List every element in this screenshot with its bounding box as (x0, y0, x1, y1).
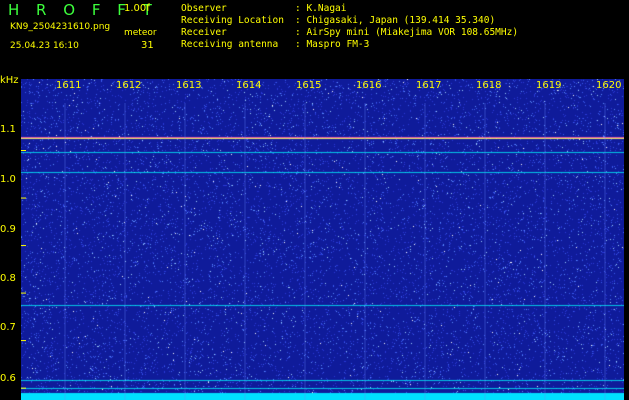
x-tick-label: 1612 (116, 80, 142, 91)
timestamp: 25.04.23 16:10 (10, 41, 79, 51)
spectrogram-plot (21, 79, 624, 400)
y-tick-label: 0.7 (0, 322, 16, 333)
x-tick-label: 1615 (296, 80, 322, 91)
x-tick-label: 1611 (56, 80, 82, 91)
info-location: Receiving Location : Chigasaki, Japan (13… (181, 15, 495, 26)
info-value: : Maspro FM-3 (295, 39, 370, 50)
x-tick-label: 1614 (236, 80, 262, 91)
y-tick-label: 1.0 (0, 174, 16, 185)
y-tick-label: 1.1 (0, 124, 16, 135)
x-tick-label: 1620 (596, 80, 622, 91)
y-tick-label: 0.6 (0, 373, 16, 384)
info-value: : K.Nagai (295, 3, 347, 14)
x-tick-label: 1616 (356, 80, 382, 91)
info-key: Receiving antenna (181, 39, 279, 50)
x-tick-label: 1617 (416, 80, 442, 91)
x-tick-label: 1619 (536, 80, 562, 91)
info-key: Receiver (181, 27, 227, 38)
info-value: : Chigasaki, Japan (139.414 35.340) (295, 15, 496, 26)
file-name: KN9_2504231610.png (10, 22, 111, 32)
y-tick-label: 0.8 (0, 273, 16, 284)
info-receiver: Receiver : AirSpy mini (Miakejima VOR 108… (181, 27, 518, 38)
info-key: Receiving Location (181, 15, 284, 26)
y-axis-unit: kHz (0, 75, 19, 86)
x-tick-label: 1618 (476, 80, 502, 91)
x-tick-label: 1613 (176, 80, 202, 91)
spectrogram-overlay (21, 103, 606, 400)
version-label: 1.00f (124, 3, 150, 14)
y-tick-label: 0.9 (0, 224, 16, 235)
meteor-label: meteor (124, 28, 157, 38)
info-value: : AirSpy mini (Miakejima VOR 108.65MHz) (295, 27, 519, 38)
info-observer: Observer : K.Nagai (181, 3, 346, 14)
meteor-count: 31 (141, 40, 154, 51)
info-antenna: Receiving antenna : Maspro FM-3 (181, 39, 369, 50)
info-key: Observer (181, 3, 227, 14)
